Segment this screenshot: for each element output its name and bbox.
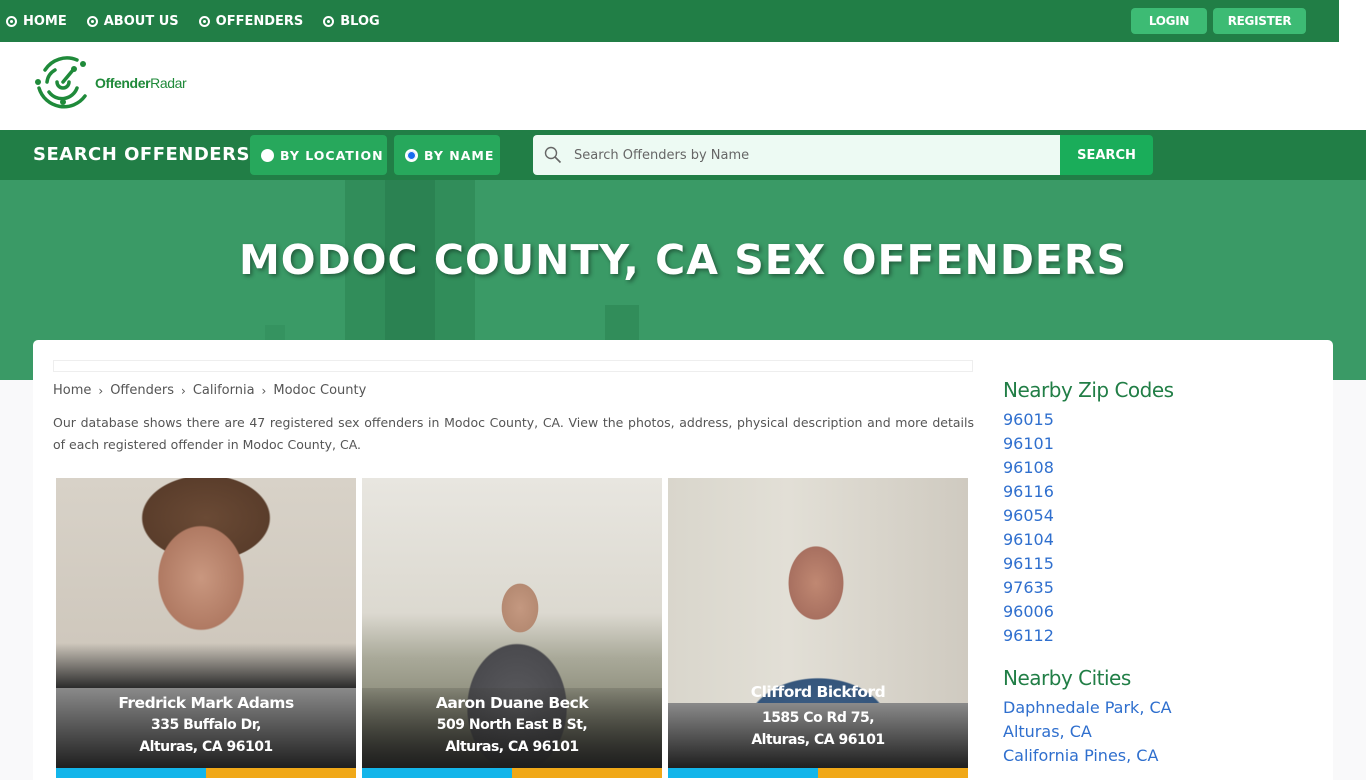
zip-link[interactable]: 96101	[1003, 432, 1174, 456]
offender-street: 335 Buffalo Dr,	[151, 717, 261, 733]
offender-city: Alturas, CA 96101	[139, 739, 273, 755]
offender-name[interactable]: Clifford Bickford	[668, 681, 968, 703]
content-panel: Home › Offenders › California › Modoc Co…	[33, 340, 1333, 780]
radio-dot-icon	[86, 15, 98, 27]
zip-link[interactable]: 97635	[1003, 576, 1174, 600]
zip-link[interactable]: 96116	[1003, 480, 1174, 504]
card-action-bar	[56, 768, 356, 778]
radio-unchecked-icon	[261, 148, 274, 162]
nav-about-label: ABOUT US	[103, 13, 179, 29]
chevron-right-icon: ›	[98, 383, 104, 398]
breadcrumb-california[interactable]: California	[193, 383, 255, 398]
offender-caption: Fredrick Mark Adams 335 Buffalo Dr, Altu…	[56, 688, 356, 768]
register-button[interactable]: REGISTER	[1213, 8, 1306, 34]
offender-caption: Clifford Bickford 1585 Co Rd 75, Alturas…	[668, 683, 968, 768]
offender-name[interactable]: Fredrick Mark Adams	[56, 692, 356, 714]
nav-blog[interactable]: BLOG	[323, 13, 380, 29]
card-action-left[interactable]	[56, 768, 206, 778]
card-action-right[interactable]	[818, 768, 968, 778]
search-input[interactable]	[574, 147, 1034, 163]
breadcrumb-offenders[interactable]: Offenders	[110, 383, 174, 398]
radar-icon	[35, 56, 87, 109]
zip-link[interactable]: 96112	[1003, 624, 1174, 648]
card-action-left[interactable]	[668, 768, 818, 778]
sidebar: Nearby Zip Codes 96015 96101 96108 96116…	[1003, 378, 1174, 768]
radio-dot-icon	[6, 15, 17, 27]
site-header: OffenderRadar	[0, 42, 1366, 130]
brand-name-light: Radar	[150, 75, 187, 91]
radio-dot-icon	[198, 15, 210, 27]
search-button[interactable]: SEARCH	[1060, 135, 1153, 175]
offender-street: 509 North East B St,	[436, 717, 588, 733]
nav-offenders-label: OFFENDERS	[215, 13, 304, 29]
nav-home[interactable]: HOME	[6, 14, 67, 29]
brand-name: OffenderRadar	[95, 75, 187, 91]
site-logo[interactable]: OffenderRadar	[33, 52, 187, 114]
search-bar: SEARCH OFFENDERS BY LOCATION BY NAME SEA…	[0, 130, 1366, 180]
search-title: SEARCH OFFENDERS	[33, 144, 250, 165]
card-action-bar	[362, 768, 662, 778]
chevron-right-icon: ›	[181, 383, 186, 398]
offender-caption: Aaron Duane Beck 509 North East B St, Al…	[362, 688, 662, 768]
top-navbar: HOME ABOUT US OFFENDERS BLOG LOGIN REGIS…	[0, 0, 1339, 42]
brand-name-bold: Offender	[95, 75, 151, 91]
offender-card[interactable]: Clifford Bickford 1585 Co Rd 75, Alturas…	[668, 478, 968, 778]
breadcrumb-current: Modoc County	[273, 383, 367, 398]
offender-city: Alturas, CA 96101	[445, 739, 579, 755]
radio-checked-icon	[405, 148, 418, 162]
intro-text: Our database shows there are 47 register…	[53, 415, 974, 452]
radio-dot-icon	[323, 15, 335, 27]
card-action-bar	[668, 768, 968, 778]
nav-about-us[interactable]: ABOUT US	[86, 13, 179, 29]
nav-home-label: HOME	[23, 13, 67, 29]
offender-city: Alturas, CA 96101	[751, 732, 885, 748]
city-link[interactable]: California Pines, CA	[1003, 744, 1174, 768]
auth-buttons: LOGIN REGISTER	[1131, 8, 1306, 34]
card-action-left[interactable]	[362, 768, 512, 778]
login-button[interactable]: LOGIN	[1131, 8, 1207, 34]
by-location-label: BY LOCATION	[280, 147, 384, 163]
zip-link[interactable]: 96104	[1003, 528, 1174, 552]
zip-list: 96015 96101 96108 96116 96054 96104 9611…	[1003, 408, 1174, 648]
search-icon	[544, 146, 562, 164]
offender-card[interactable]: Aaron Duane Beck 509 North East B St, Al…	[362, 478, 662, 778]
offender-cards: Fredrick Mark Adams 335 Buffalo Dr, Altu…	[56, 478, 968, 778]
main-nav: HOME ABOUT US OFFENDERS BLOG	[6, 0, 400, 42]
breadcrumb-home[interactable]: Home	[53, 383, 91, 398]
by-name-label: BY NAME	[424, 147, 495, 163]
card-action-right[interactable]	[206, 768, 356, 778]
search-field	[533, 135, 1060, 175]
city-link[interactable]: Daphnedale Park, CA	[1003, 696, 1174, 720]
nav-blog-label: BLOG	[340, 13, 380, 29]
zip-link[interactable]: 96015	[1003, 408, 1174, 432]
zip-link[interactable]: 96054	[1003, 504, 1174, 528]
card-action-right[interactable]	[512, 768, 662, 778]
ad-placeholder	[53, 360, 973, 372]
topbar-gap	[1339, 0, 1366, 42]
nearby-zip-title: Nearby Zip Codes	[1003, 378, 1174, 402]
breadcrumb: Home › Offenders › California › Modoc Co…	[53, 383, 366, 398]
search-by-name-option[interactable]: BY NAME	[394, 135, 500, 175]
nav-offenders[interactable]: OFFENDERS	[198, 13, 304, 29]
page-title: MODOC COUNTY, CA SEX OFFENDERS	[238, 236, 1128, 284]
chevron-right-icon: ›	[261, 383, 267, 398]
zip-link[interactable]: 96006	[1003, 600, 1174, 624]
city-list: Daphnedale Park, CA Alturas, CA Californ…	[1003, 696, 1174, 768]
offender-street: 1585 Co Rd 75,	[761, 710, 875, 726]
zip-link[interactable]: 96115	[1003, 552, 1174, 576]
search-by-location-option[interactable]: BY LOCATION	[250, 135, 387, 175]
offender-card[interactable]: Fredrick Mark Adams 335 Buffalo Dr, Altu…	[56, 478, 356, 778]
offender-name[interactable]: Aaron Duane Beck	[362, 692, 662, 714]
zip-link[interactable]: 96108	[1003, 456, 1174, 480]
nearby-cities-title: Nearby Cities	[1003, 666, 1131, 690]
city-link[interactable]: Alturas, CA	[1003, 720, 1174, 744]
